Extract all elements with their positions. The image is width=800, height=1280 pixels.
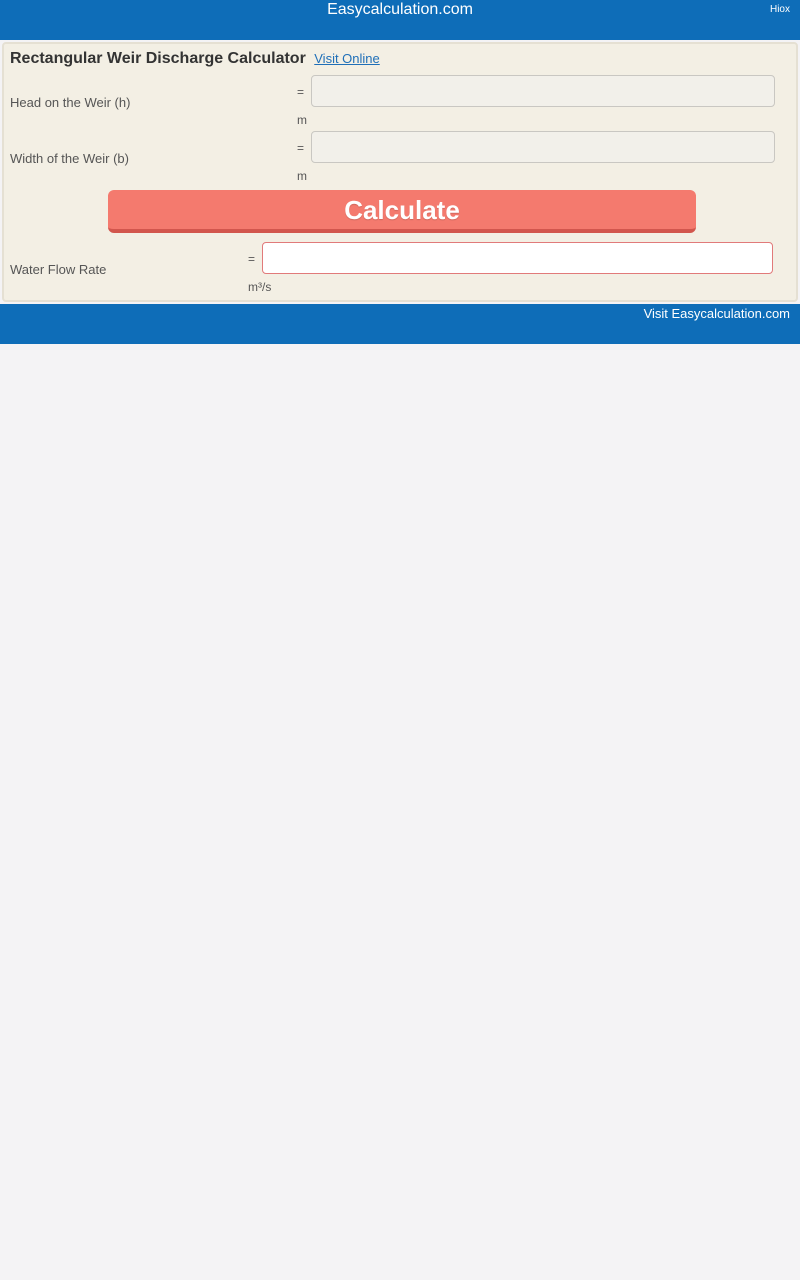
head-on-weir-input[interactable]	[311, 75, 775, 107]
width-of-weir-label: Width of the Weir (b)	[10, 151, 129, 166]
head-unit: m	[297, 113, 307, 127]
calculator-title: Rectangular Weir Discharge Calculator Vi…	[10, 50, 380, 68]
head-on-weir-label: Head on the Weir (h)	[10, 95, 131, 110]
head-equals-sign: =	[297, 85, 305, 99]
width-unit: m	[297, 169, 307, 183]
hiox-link[interactable]: Hiox	[770, 4, 790, 16]
bottom-footer-bar: Visit Easycalculation.com	[0, 304, 800, 344]
water-flow-rate-label: Water Flow Rate	[10, 262, 107, 277]
site-title[interactable]: Easycalculation.com	[0, 1, 800, 19]
water-flow-rate-output[interactable]	[262, 242, 773, 274]
calculator-panel: Rectangular Weir Discharge Calculator Vi…	[2, 42, 798, 302]
top-header-bar: Easycalculation.com Hiox	[0, 0, 800, 40]
visit-online-link[interactable]: Visit Online	[314, 51, 380, 66]
visit-easycalculation-link[interactable]: Visit Easycalculation.com	[644, 306, 790, 322]
width-of-weir-input[interactable]	[311, 131, 775, 163]
result-equals-sign: =	[248, 252, 256, 266]
calculate-button[interactable]: Calculate	[108, 190, 696, 233]
calculator-title-text: Rectangular Weir Discharge Calculator	[10, 50, 306, 67]
result-unit: m³/s	[248, 280, 272, 294]
width-equals-sign: =	[297, 141, 305, 155]
